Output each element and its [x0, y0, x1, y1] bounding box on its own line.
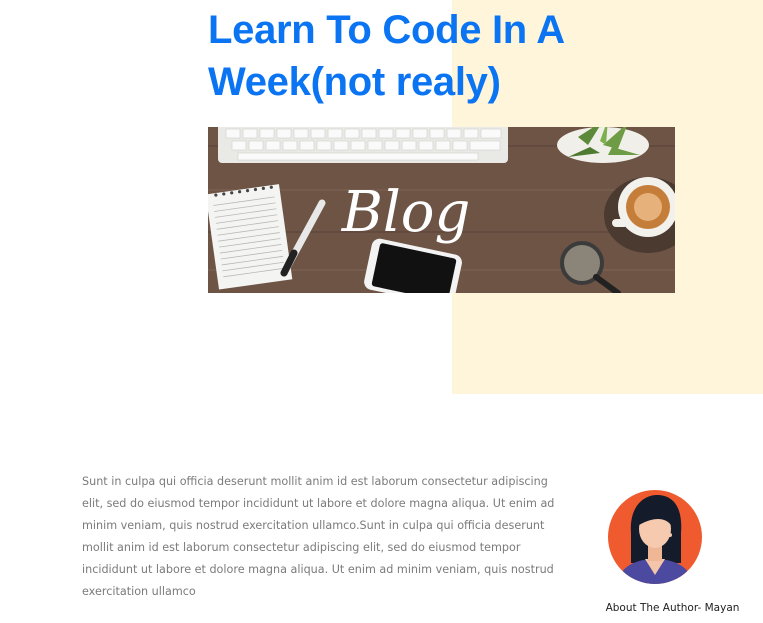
author-avatar[interactable] — [607, 489, 703, 585]
post-body: Sunt in culpa qui officia deserunt molli… — [82, 475, 555, 598]
plant-icon — [557, 127, 649, 163]
hero-image-text: Blog — [341, 180, 471, 245]
keyboard-icon — [218, 127, 508, 163]
author-label: About The Author- Mayan — [605, 602, 740, 614]
notepad-icon — [208, 184, 293, 290]
blog-post-page: Learn To Code In A Week(not realy) Blog … — [0, 0, 763, 623]
post-title: Learn To Code In A Week(not realy) — [208, 8, 564, 104]
hero-image: Blog — [208, 127, 675, 293]
blog-desk-illustration: Blog — [208, 127, 675, 293]
person-avatar-icon — [608, 490, 702, 584]
